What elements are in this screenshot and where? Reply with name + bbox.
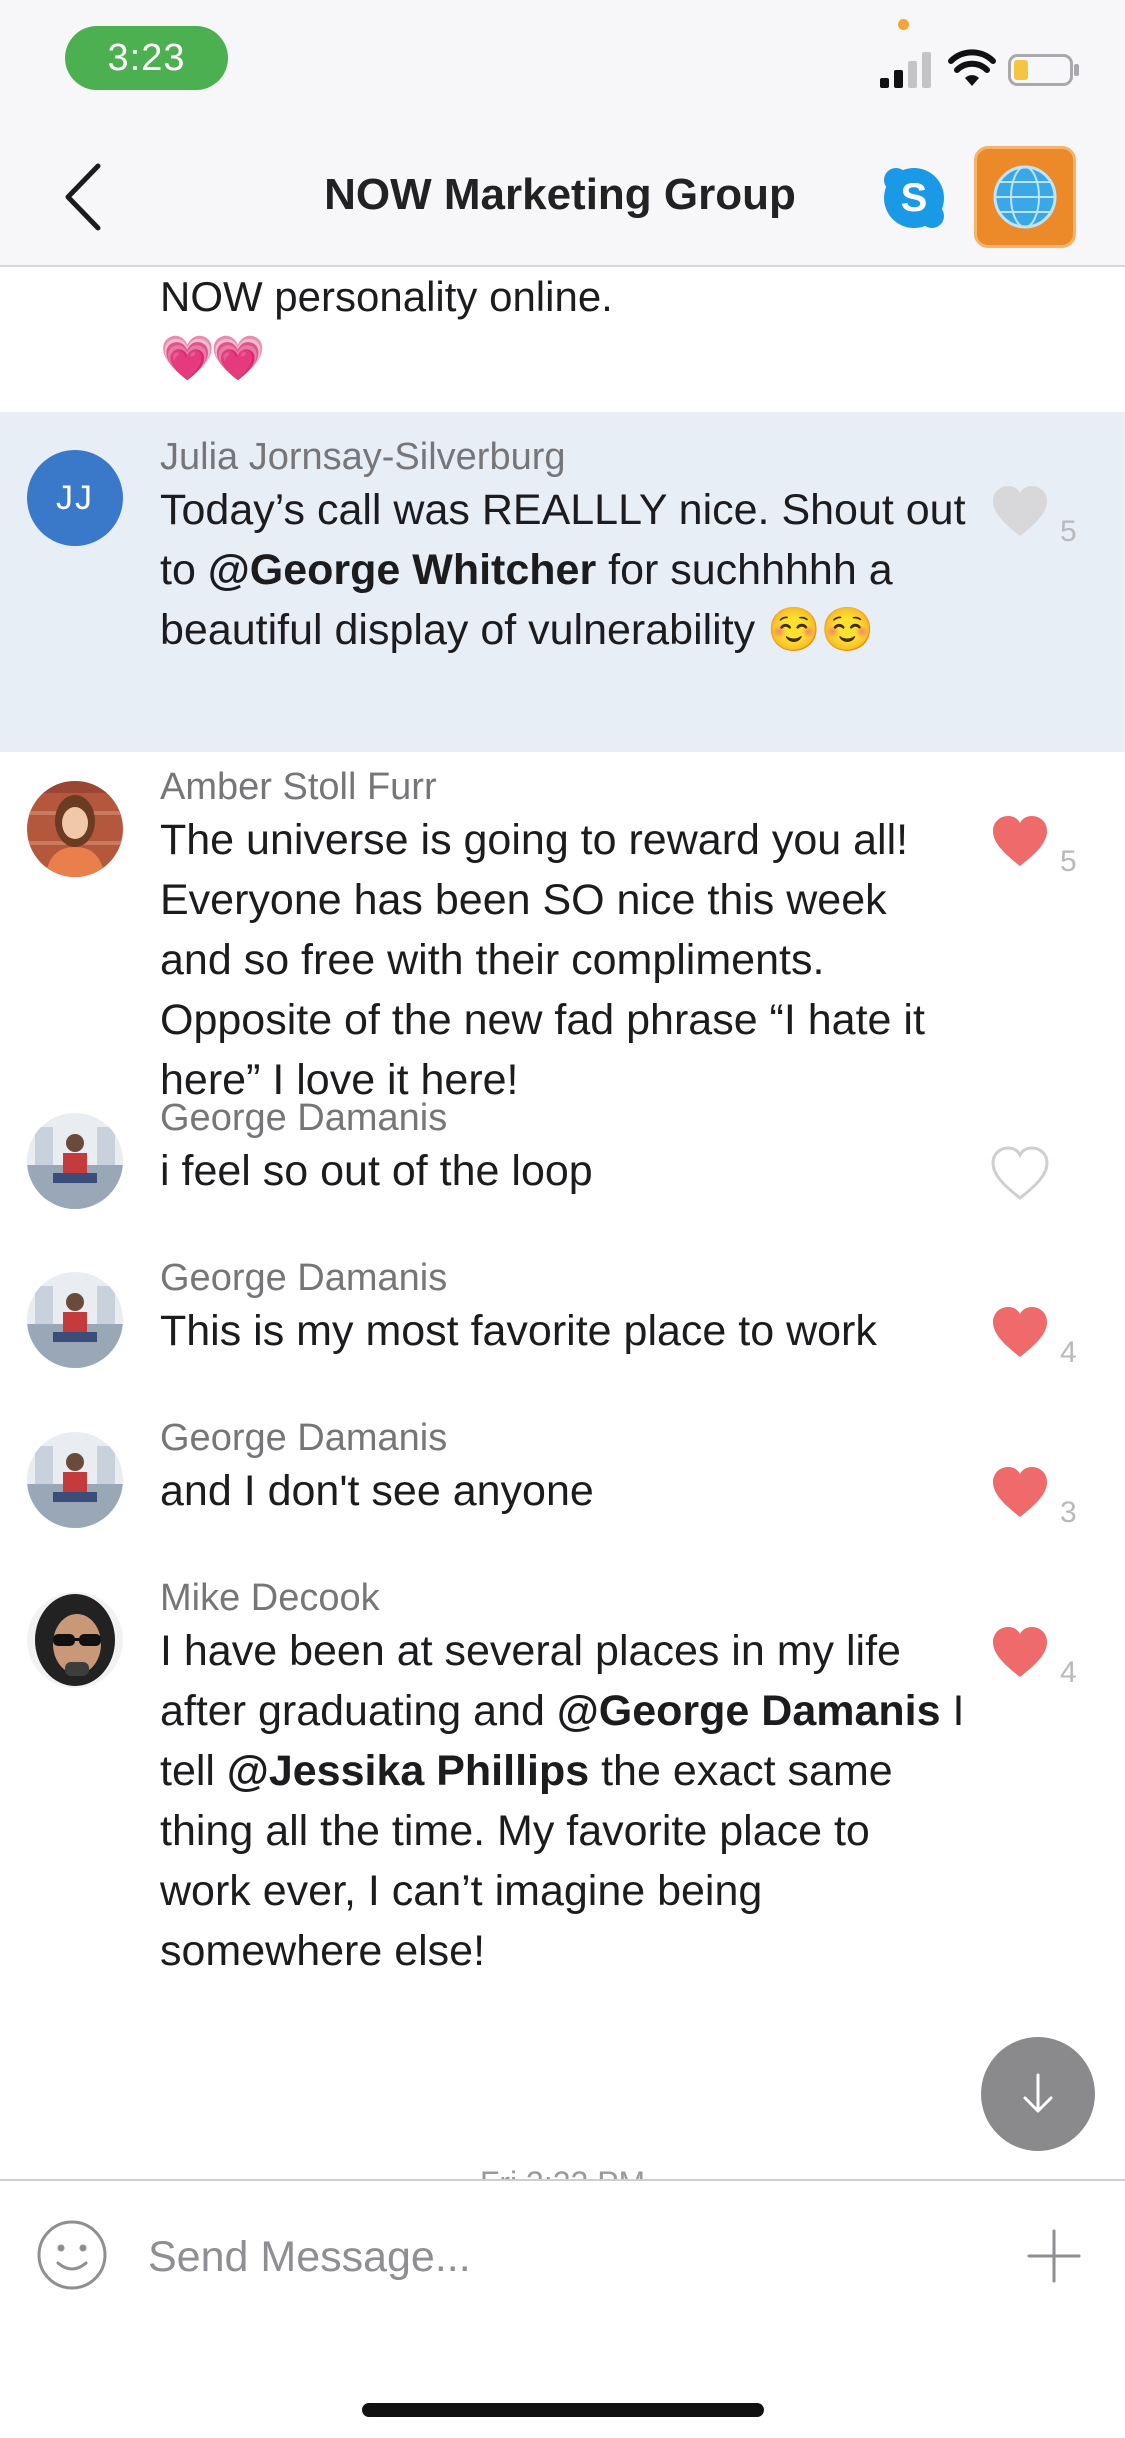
group-avatar[interactable] (974, 146, 1076, 248)
wifi-icon (948, 49, 996, 86)
mention-link[interactable]: @George Whitcher (208, 546, 596, 594)
svg-text:S: S (901, 176, 928, 220)
heart-icon[interactable] (990, 484, 1050, 540)
heart-icon[interactable] (990, 814, 1050, 870)
status-time: 3:23 (65, 26, 228, 90)
message-body: Today’s call was REALLLY nice. Shout out… (160, 486, 966, 654)
message-row[interactable]: George Damanis This is my most favorite … (0, 1242, 1125, 1402)
message-body: i feel so out of the loop (160, 1147, 593, 1195)
group-globe-icon (993, 165, 1057, 229)
like-count: 4 (1060, 1656, 1077, 1689)
privacy-indicator-dot (898, 19, 909, 30)
message-row[interactable]: Amber Stoll Furr The universe is going t… (0, 752, 1125, 1104)
status-bar: 3:23 (0, 0, 1125, 130)
avatar[interactable] (27, 1432, 123, 1528)
message-list[interactable]: NOW personality online. 💗💗 JJ Julia Jorn… (0, 267, 1125, 2179)
heart-icon[interactable] (990, 1146, 1050, 1202)
sender-name: George Damanis (160, 1417, 448, 1459)
page-title: NOW Marketing Group (324, 170, 796, 219)
avatar[interactable] (27, 781, 123, 877)
mention-link[interactable]: @George Damanis (557, 1687, 941, 1735)
message-body: I have been at several places in my life… (160, 1627, 965, 1975)
like-count: 5 (1060, 515, 1077, 548)
list-item: NOW personality online. 💗💗 (0, 267, 1125, 412)
sender-name: Mike Decook (160, 1577, 380, 1619)
heart-icon[interactable] (990, 1625, 1050, 1681)
message-row[interactable]: George Damanis and I don't see anyone 3 (0, 1402, 1125, 1562)
message-row[interactable]: JJ Julia Jornsay-Silverburg Today’s call… (0, 412, 1125, 752)
skype-icon[interactable]: S (882, 166, 946, 230)
like-count: 4 (1060, 1336, 1077, 1369)
heart-icon[interactable] (990, 1305, 1050, 1361)
navigation-bar: NOW Marketing Group S (0, 130, 1125, 267)
message-emoji: 💗💗 (160, 334, 266, 383)
sender-name: George Damanis (160, 1257, 448, 1299)
scroll-down-arrow-icon (1023, 2073, 1053, 2113)
cellular-signal-icon (880, 52, 931, 88)
plus-icon[interactable] (1025, 2227, 1083, 2285)
battery-icon (1008, 54, 1079, 86)
message-body: This is my most favorite place to work (160, 1307, 877, 1355)
message-body: NOW personality online. (160, 273, 613, 320)
like-count: 3 (1060, 1496, 1077, 1529)
sender-name: Julia Jornsay-Silverburg (160, 436, 566, 478)
emoji-smile-icon[interactable] (36, 2219, 108, 2291)
back-chevron-icon[interactable] (58, 160, 118, 234)
sender-name: Amber Stoll Furr (160, 766, 437, 808)
home-indicator (362, 2403, 764, 2417)
avatar[interactable] (27, 1592, 123, 1688)
like-count: 5 (1060, 845, 1077, 878)
avatar[interactable]: JJ (27, 450, 123, 546)
scroll-to-bottom-button[interactable] (981, 2037, 1095, 2151)
message-row[interactable]: George Damanis i feel so out of the loop (0, 1082, 1125, 1242)
message-input[interactable] (148, 2225, 968, 2289)
timestamp-separator: Fri 3:22 PM (0, 2165, 1125, 2179)
sender-name: George Damanis (160, 1097, 448, 1139)
message-composer (0, 2179, 1125, 2438)
avatar[interactable] (27, 1272, 123, 1368)
avatar[interactable] (27, 1113, 123, 1209)
message-body: The universe is going to reward you all!… (160, 816, 925, 1104)
message-body: and I don't see anyone (160, 1467, 594, 1515)
message-row[interactable]: Mike Decook I have been at several place… (0, 1562, 1125, 2002)
heart-icon[interactable] (990, 1465, 1050, 1521)
mention-link[interactable]: @Jessika Phillips (227, 1747, 589, 1795)
